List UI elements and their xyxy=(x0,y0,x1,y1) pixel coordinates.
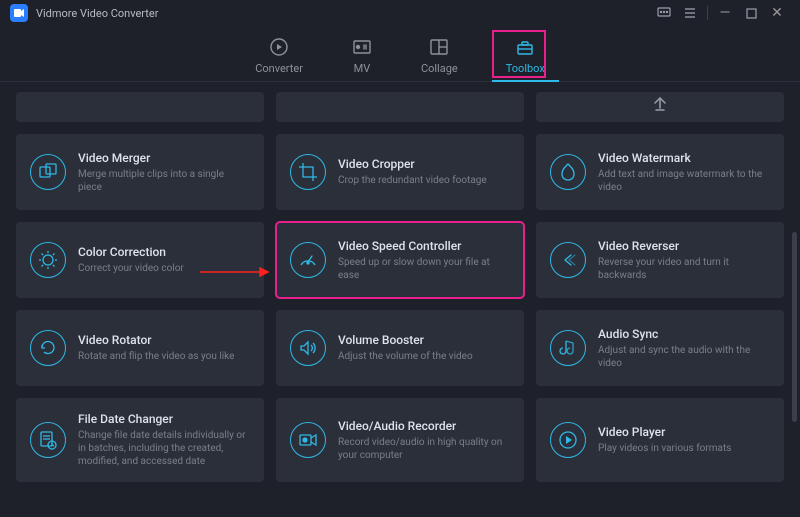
tab-mv[interactable]: MV xyxy=(351,36,373,81)
card-title: Video Reverser xyxy=(598,239,770,253)
card-title: Video Rotator xyxy=(78,333,234,347)
card-desc: Play videos in various formats xyxy=(598,442,731,455)
app-logo-icon xyxy=(10,4,28,22)
card-text: Audio Sync Adjust and sync the audio with… xyxy=(598,327,770,370)
card-title: File Date Changer xyxy=(78,412,250,426)
card-desc: Speed up or slow down your file at ease xyxy=(338,256,510,282)
scrollbar[interactable] xyxy=(792,232,797,422)
tab-label: Converter xyxy=(255,62,303,75)
volume-icon xyxy=(290,330,326,366)
crop-icon xyxy=(290,154,326,190)
partial-card[interactable] xyxy=(536,92,784,122)
card-desc: Record video/audio in high quality on yo… xyxy=(338,436,510,462)
tool-card-recorder[interactable]: Video/Audio Recorder Record video/audio i… xyxy=(276,398,524,482)
tool-card-filedate[interactable]: File Date Changer Change file date detail… xyxy=(16,398,264,482)
maximize-button[interactable] xyxy=(738,0,764,26)
tool-card-volume[interactable]: Volume Booster Adjust the volume of the v… xyxy=(276,310,524,386)
app-title: Vidmore Video Converter xyxy=(36,7,158,20)
card-text: Video Merger Merge multiple clips into a … xyxy=(78,151,250,194)
card-text: Color Correction Correct your video color xyxy=(78,245,184,275)
card-text: Video Cropper Crop the redundant video fo… xyxy=(338,157,487,187)
card-desc: Reverse your video and turn it backwards xyxy=(598,256,770,282)
tool-card-player[interactable]: Video Player Play videos in various forma… xyxy=(536,398,784,482)
card-text: Video Reverser Reverse your video and tur… xyxy=(598,239,770,282)
card-title: Video Player xyxy=(598,425,731,439)
card-text: Video Watermark Add text and image waterm… xyxy=(598,151,770,194)
tab-label: Collage xyxy=(421,62,458,75)
merge-icon xyxy=(30,154,66,190)
scroll-up-icon xyxy=(652,96,668,112)
card-title: Video Merger xyxy=(78,151,250,165)
tab-label: Toolbox xyxy=(506,62,545,75)
card-text: Video Rotator Rotate and flip the video a… xyxy=(78,333,234,363)
partial-card[interactable] xyxy=(16,92,264,122)
main-tabs: Converter MV Collage Toolbox xyxy=(0,26,800,82)
reverse-icon xyxy=(550,242,586,278)
card-desc: Crop the redundant video footage xyxy=(338,174,487,187)
filedate-icon xyxy=(30,422,66,458)
card-title: Video Cropper xyxy=(338,157,487,171)
card-title: Video Watermark xyxy=(598,151,770,165)
tool-card-speed[interactable]: Video Speed Controller Speed up or slow d… xyxy=(276,222,524,298)
tool-card-crop[interactable]: Video Cropper Crop the redundant video fo… xyxy=(276,134,524,210)
partial-card[interactable] xyxy=(276,92,524,122)
card-title: Video/Audio Recorder xyxy=(338,419,510,433)
tool-card-rotate[interactable]: Video Rotator Rotate and flip the video a… xyxy=(16,310,264,386)
card-desc: Merge multiple clips into a single piece xyxy=(78,168,250,194)
tab-collage[interactable]: Collage xyxy=(421,36,458,81)
tool-card-watermark[interactable]: Video Watermark Add text and image waterm… xyxy=(536,134,784,210)
rotate-icon xyxy=(30,330,66,366)
card-desc: Adjust and sync the audio with the video xyxy=(598,344,770,370)
menu-icon[interactable] xyxy=(677,0,703,26)
card-text: Video Speed Controller Speed up or slow d… xyxy=(338,239,510,282)
collage-icon xyxy=(428,36,450,58)
tab-toolbox[interactable]: Toolbox xyxy=(506,36,545,81)
sync-icon xyxy=(550,330,586,366)
card-title: Volume Booster xyxy=(338,333,473,347)
tab-converter[interactable]: Converter xyxy=(255,36,303,81)
card-text: Volume Booster Adjust the volume of the v… xyxy=(338,333,473,363)
card-title: Video Speed Controller xyxy=(338,239,510,253)
card-desc: Correct your video color xyxy=(78,262,184,275)
card-desc: Add text and image watermark to the vide… xyxy=(598,168,770,194)
card-desc: Change file date details individually or… xyxy=(78,429,250,468)
tool-card-sync[interactable]: Audio Sync Adjust and sync the audio with… xyxy=(536,310,784,386)
card-text: Video Player Play videos in various forma… xyxy=(598,425,731,455)
divider xyxy=(707,6,708,20)
card-title: Color Correction xyxy=(78,245,184,259)
partial-row xyxy=(16,92,784,122)
tab-label: MV xyxy=(354,62,371,75)
tool-card-reverse[interactable]: Video Reverser Reverse your video and tur… xyxy=(536,222,784,298)
mv-icon xyxy=(351,36,373,58)
player-icon xyxy=(550,422,586,458)
feedback-icon[interactable] xyxy=(651,0,677,26)
recorder-icon xyxy=(290,422,326,458)
titlebar: Vidmore Video Converter — ✕ xyxy=(0,0,800,26)
close-button[interactable]: ✕ xyxy=(764,0,790,26)
card-text: File Date Changer Change file date detail… xyxy=(78,412,250,468)
minimize-button[interactable]: — xyxy=(712,0,738,26)
converter-icon xyxy=(268,36,290,58)
toolbox-icon xyxy=(514,36,536,58)
tool-card-color[interactable]: Color Correction Correct your video color xyxy=(16,222,264,298)
card-text: Video/Audio Recorder Record video/audio i… xyxy=(338,419,510,462)
watermark-icon xyxy=(550,154,586,190)
content-area: Video Merger Merge multiple clips into a … xyxy=(0,82,800,517)
speed-icon xyxy=(290,242,326,278)
card-desc: Adjust the volume of the video xyxy=(338,350,473,363)
card-desc: Rotate and flip the video as you like xyxy=(78,350,234,363)
card-title: Audio Sync xyxy=(598,327,770,341)
color-icon xyxy=(30,242,66,278)
tool-card-merge[interactable]: Video Merger Merge multiple clips into a … xyxy=(16,134,264,210)
tool-grid: Video Merger Merge multiple clips into a … xyxy=(16,134,784,482)
